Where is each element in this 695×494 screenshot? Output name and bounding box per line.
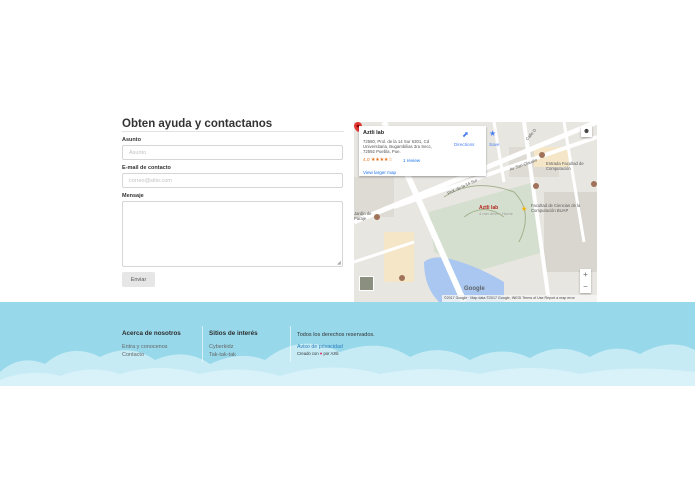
pin-sublabel: 4 min drive · Home xyxy=(479,211,513,216)
directions-link[interactable]: Directions xyxy=(454,142,474,147)
subject-label: Asunto xyxy=(122,137,141,143)
subject-input[interactable] xyxy=(122,145,343,160)
poi-label: Jardín de Paraje xyxy=(354,211,372,221)
star-icon[interactable]: ★ xyxy=(489,129,496,138)
message-textarea[interactable] xyxy=(122,201,343,267)
directions-icon[interactable]: ⬈ xyxy=(462,130,469,139)
footer-divider xyxy=(290,326,291,362)
site-footer: Acerca de nosotros Entra y conocenos Con… xyxy=(0,302,695,386)
zoom-in-button[interactable]: + xyxy=(580,269,591,281)
rights-text: Todos los derechos reservados. xyxy=(297,332,375,338)
save-link[interactable]: Save xyxy=(489,142,499,147)
google-logo: Google xyxy=(464,286,485,292)
credit-text: Creado con ♥ por Aztli xyxy=(297,351,338,356)
about-heading: Acerca de nosotros xyxy=(122,330,181,337)
larger-map-link[interactable]: View larger map xyxy=(363,170,396,175)
privacy-link[interactable]: Aviso de privacidad xyxy=(297,344,343,350)
place-address: 72580, Prol. de la 14 Sur 6301, Cd Unive… xyxy=(363,139,433,154)
reviews-link[interactable]: 1 review xyxy=(403,158,420,163)
credit-prefix: Creado con xyxy=(297,351,319,356)
footer-divider xyxy=(202,326,203,362)
email-input[interactable] xyxy=(122,173,343,188)
svg-text:★: ★ xyxy=(521,205,527,213)
cyberkidz-link[interactable]: Cyberkidz xyxy=(209,344,233,350)
user-avatar-icon[interactable]: ☻ xyxy=(581,126,592,137)
tak-tak-tak-link[interactable]: Tak-tak-tak xyxy=(209,352,236,358)
poi-label: Facultad de Ciencias de la Computación B… xyxy=(531,203,581,213)
map-attribution: ©2017 Google · Map data ©2017 Google, IN… xyxy=(442,295,597,302)
about-link[interactable]: Entra y conocenos xyxy=(122,344,168,350)
poi-label: Entrada Facultad de Computación xyxy=(546,161,584,171)
credit-suffix: por Aztli xyxy=(323,351,339,356)
message-label: Mensaje xyxy=(122,193,144,199)
zoom-control: + − xyxy=(580,269,591,293)
place-card: Aztli lab 72580, Prol. de la 14 Sur 6301… xyxy=(359,126,499,176)
street-view-thumbnail[interactable] xyxy=(359,276,374,291)
title-divider xyxy=(122,131,344,132)
zoom-out-button[interactable]: − xyxy=(580,281,591,293)
heart-icon: ♥ xyxy=(319,351,323,356)
send-button[interactable]: Enviar xyxy=(122,272,155,287)
page-title: Obten ayuda y contactanos xyxy=(122,118,273,130)
cloud-decoration xyxy=(0,343,695,386)
email-label: E-mail de contacto xyxy=(122,165,171,171)
place-rating: 4.0 ★★★★☆ xyxy=(363,158,393,163)
google-map[interactable]: ★ Calle D Prol. de la 14 Sur Av San Clau… xyxy=(354,122,597,302)
sites-heading: Sitios de interés xyxy=(209,330,258,337)
place-name: Aztli lab xyxy=(363,130,385,136)
contact-link[interactable]: Contacto xyxy=(122,352,144,358)
resize-grip-icon[interactable]: ◢ xyxy=(337,261,342,266)
